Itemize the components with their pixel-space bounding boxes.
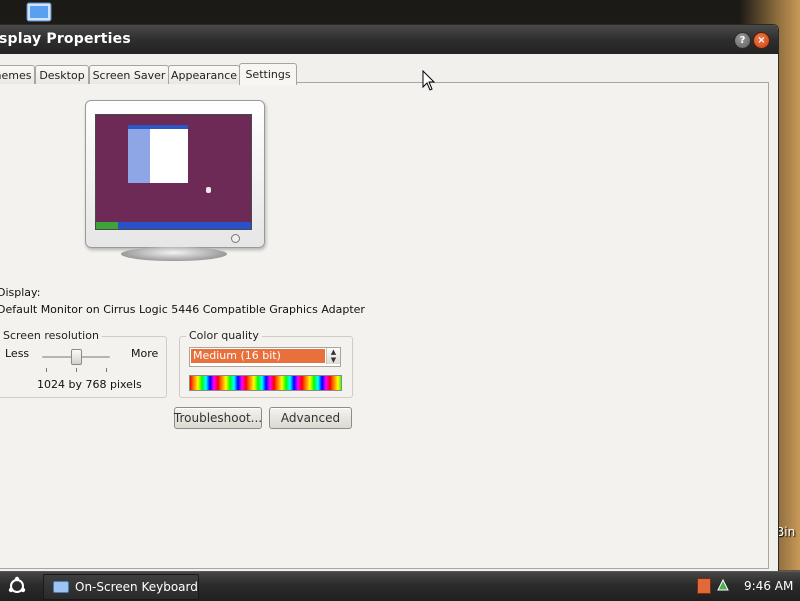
tab-screen-saver[interactable]: Screen Saver (89, 65, 169, 84)
display-properties-icon[interactable] (24, 2, 54, 24)
screen-resolution-label: Screen resolution (0, 329, 102, 342)
close-icon[interactable]: × (753, 32, 770, 49)
resolution-slider-thumb[interactable] (71, 349, 82, 365)
preview-window (128, 125, 188, 183)
preview-taskbar (96, 222, 251, 229)
monitor-stand (121, 247, 227, 261)
keyboard-icon (53, 581, 69, 593)
taskbar-item-on-screen-keyboard[interactable]: On-Screen Keyboard (43, 574, 199, 600)
window-title: splay Properties (0, 31, 131, 47)
tab-settings[interactable]: Settings (239, 63, 297, 85)
slider-tick (46, 368, 47, 372)
slider-tick (106, 368, 107, 372)
display-properties-window: splay Properties ? × hemes Desktop Scree… (0, 24, 779, 572)
display-adapter-value: Default Monitor on Cirrus Logic 5446 Com… (0, 303, 365, 316)
resolution-less-label: Less (5, 347, 30, 360)
tab-appearance[interactable]: Appearance (168, 65, 240, 84)
preview-start-button (96, 222, 118, 229)
color-quality-label: Color quality (186, 329, 262, 342)
taskbar-clock[interactable]: 9:46 AM (744, 579, 793, 593)
taskbar-item-label: On-Screen Keyboard (75, 580, 198, 594)
color-quality-select[interactable]: Medium (16 bit) ▲ ▼ (189, 347, 341, 367)
spin-arrows-icon[interactable]: ▲ ▼ (326, 348, 340, 364)
tab-desktop[interactable]: Desktop (35, 65, 89, 84)
color-quality-selected[interactable]: Medium (16 bit) (191, 349, 325, 363)
troubleshoot-button[interactable]: Troubleshoot... (174, 407, 262, 429)
network-tray-icon[interactable] (716, 578, 730, 592)
monitor-preview (85, 100, 265, 248)
ubuntu-logo-icon[interactable] (6, 575, 28, 597)
power-button-icon (231, 234, 240, 243)
taskbar: On-Screen Keyboard (0, 571, 800, 601)
slider-tick (76, 368, 77, 372)
resolution-value: 1024 by 768 pixels (37, 378, 142, 391)
color-spectrum-bar (189, 375, 342, 391)
help-icon[interactable]: ? (734, 32, 751, 49)
tab-themes[interactable]: hemes (0, 65, 35, 84)
monitor-screen (95, 114, 252, 230)
preview-cursor (206, 187, 211, 193)
display-label: Display: (0, 286, 41, 299)
mouse-pointer-icon (422, 70, 436, 91)
preview-window-sidebar (128, 129, 150, 183)
resolution-more-label: More (131, 347, 159, 360)
tray-app-icon[interactable] (697, 578, 711, 594)
title-bar[interactable]: splay Properties ? × (0, 25, 778, 54)
advanced-button[interactable]: Advanced (269, 407, 352, 429)
